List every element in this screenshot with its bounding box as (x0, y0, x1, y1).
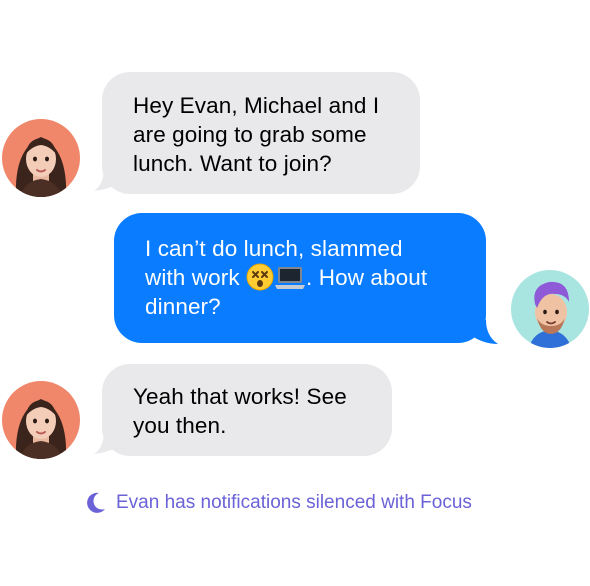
message-1-bubble[interactable]: Hey Evan, Michael and I are going to gra… (102, 72, 420, 194)
message-3-line-1: Yeah that works! See (133, 384, 347, 409)
message-1-line-3: lunch. Want to join? (133, 151, 332, 176)
laptop-emoji-icon (275, 267, 306, 289)
message-2-bubble[interactable]: I can’t do lunch, slammed with work . Ho… (114, 213, 486, 343)
woman-memoji-avatar-icon (2, 381, 80, 459)
focus-notice-text: Evan has notifications silenced with Foc… (116, 492, 472, 513)
message-3-avatar[interactable] (2, 381, 80, 459)
message-3-line-2: you then. (133, 413, 227, 438)
message-3-bubble[interactable]: Yeah that works! See you then. (102, 364, 392, 456)
dizzy-face-emoji-icon (246, 263, 274, 291)
message-2-line-2: with work . How about (145, 263, 486, 292)
woman-memoji-avatar-icon (2, 119, 80, 197)
moon-icon (87, 492, 105, 513)
message-1-line-2: are going to grab some (133, 122, 367, 147)
message-2-avatar[interactable] (511, 270, 589, 348)
message-2-line-2-text: with work (145, 265, 240, 290)
man-memoji-avatar-icon (511, 270, 589, 348)
message-1-avatar[interactable] (2, 119, 80, 197)
focus-status-notice: Evan has notifications silenced with Foc… (86, 492, 472, 514)
message-1-line-1: Hey Evan, Michael and I (133, 93, 380, 118)
message-2-line-2-tail-text: . How about (306, 265, 428, 290)
message-2-line-3: dinner? (145, 294, 221, 319)
message-2-line-1: I can’t do lunch, slammed (145, 236, 403, 261)
